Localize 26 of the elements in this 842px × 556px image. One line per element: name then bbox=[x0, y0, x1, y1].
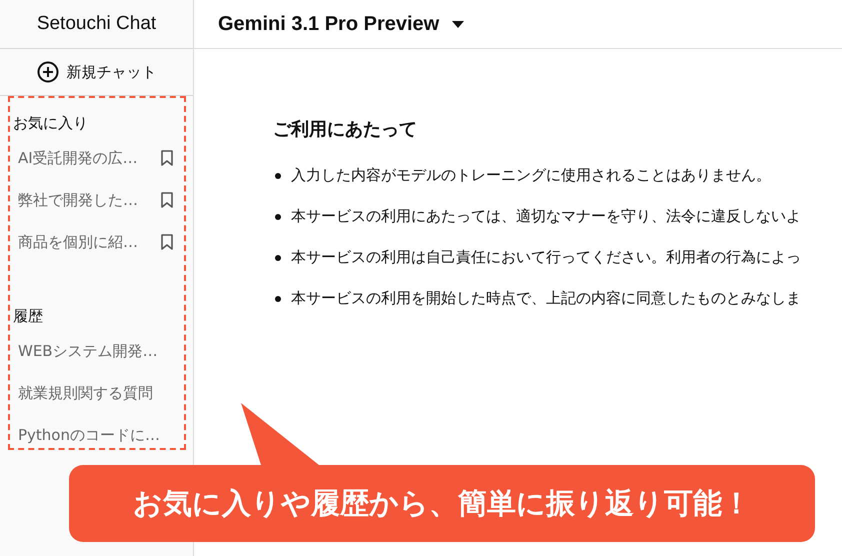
bullet-icon bbox=[275, 296, 281, 302]
favorite-item[interactable]: AI受託開発の広… bbox=[12, 137, 181, 179]
callout-text: お気に入りや履歴から、簡単に振り返り可能！ bbox=[133, 484, 751, 522]
notice-heading: ご利用にあたって bbox=[273, 118, 418, 141]
favorite-item[interactable]: 商品を個別に紹… bbox=[12, 221, 181, 263]
section-heading: お気に入り bbox=[12, 114, 89, 133]
notice-text: 本サービスの利用を開始した時点で、上記の内容に同意したものとみなしま bbox=[291, 289, 801, 308]
caret-icon bbox=[451, 20, 466, 28]
plus-icon bbox=[36, 61, 58, 83]
history-item[interactable]: WEBシステム開発… bbox=[12, 330, 181, 372]
notice-text: 本サービスの利用にあたっては、適切なマナーを守り、法令に違反しないよ bbox=[291, 207, 801, 226]
model-dropdown[interactable]: Gemini 3.1 Pro Preview bbox=[214, 12, 470, 36]
notice-text: 入力した内容がモデルのトレーニングに使用されることはありません。 bbox=[291, 166, 771, 185]
bullet-icon bbox=[275, 214, 281, 220]
bullet-icon bbox=[275, 254, 281, 260]
app-title: Setouchi Chat bbox=[36, 13, 156, 35]
new-chat-button[interactable]: 新規チャット bbox=[32, 57, 160, 87]
bullet-icon bbox=[275, 172, 281, 178]
history-item[interactable]: Pythonのコードに… bbox=[12, 414, 181, 456]
notice-text: 本サービスの利用は自己責任において行ってください。利用者の行為によっ bbox=[291, 248, 801, 267]
bookmark-icon[interactable] bbox=[161, 234, 173, 250]
bookmark-icon[interactable] bbox=[161, 150, 173, 166]
bookmark-icon[interactable] bbox=[161, 192, 173, 208]
favorite-item[interactable]: 弊社で開発した… bbox=[12, 179, 181, 221]
section-heading: 履歴 bbox=[12, 307, 44, 326]
history-item[interactable]: 就業規則関する質問 bbox=[12, 372, 181, 414]
